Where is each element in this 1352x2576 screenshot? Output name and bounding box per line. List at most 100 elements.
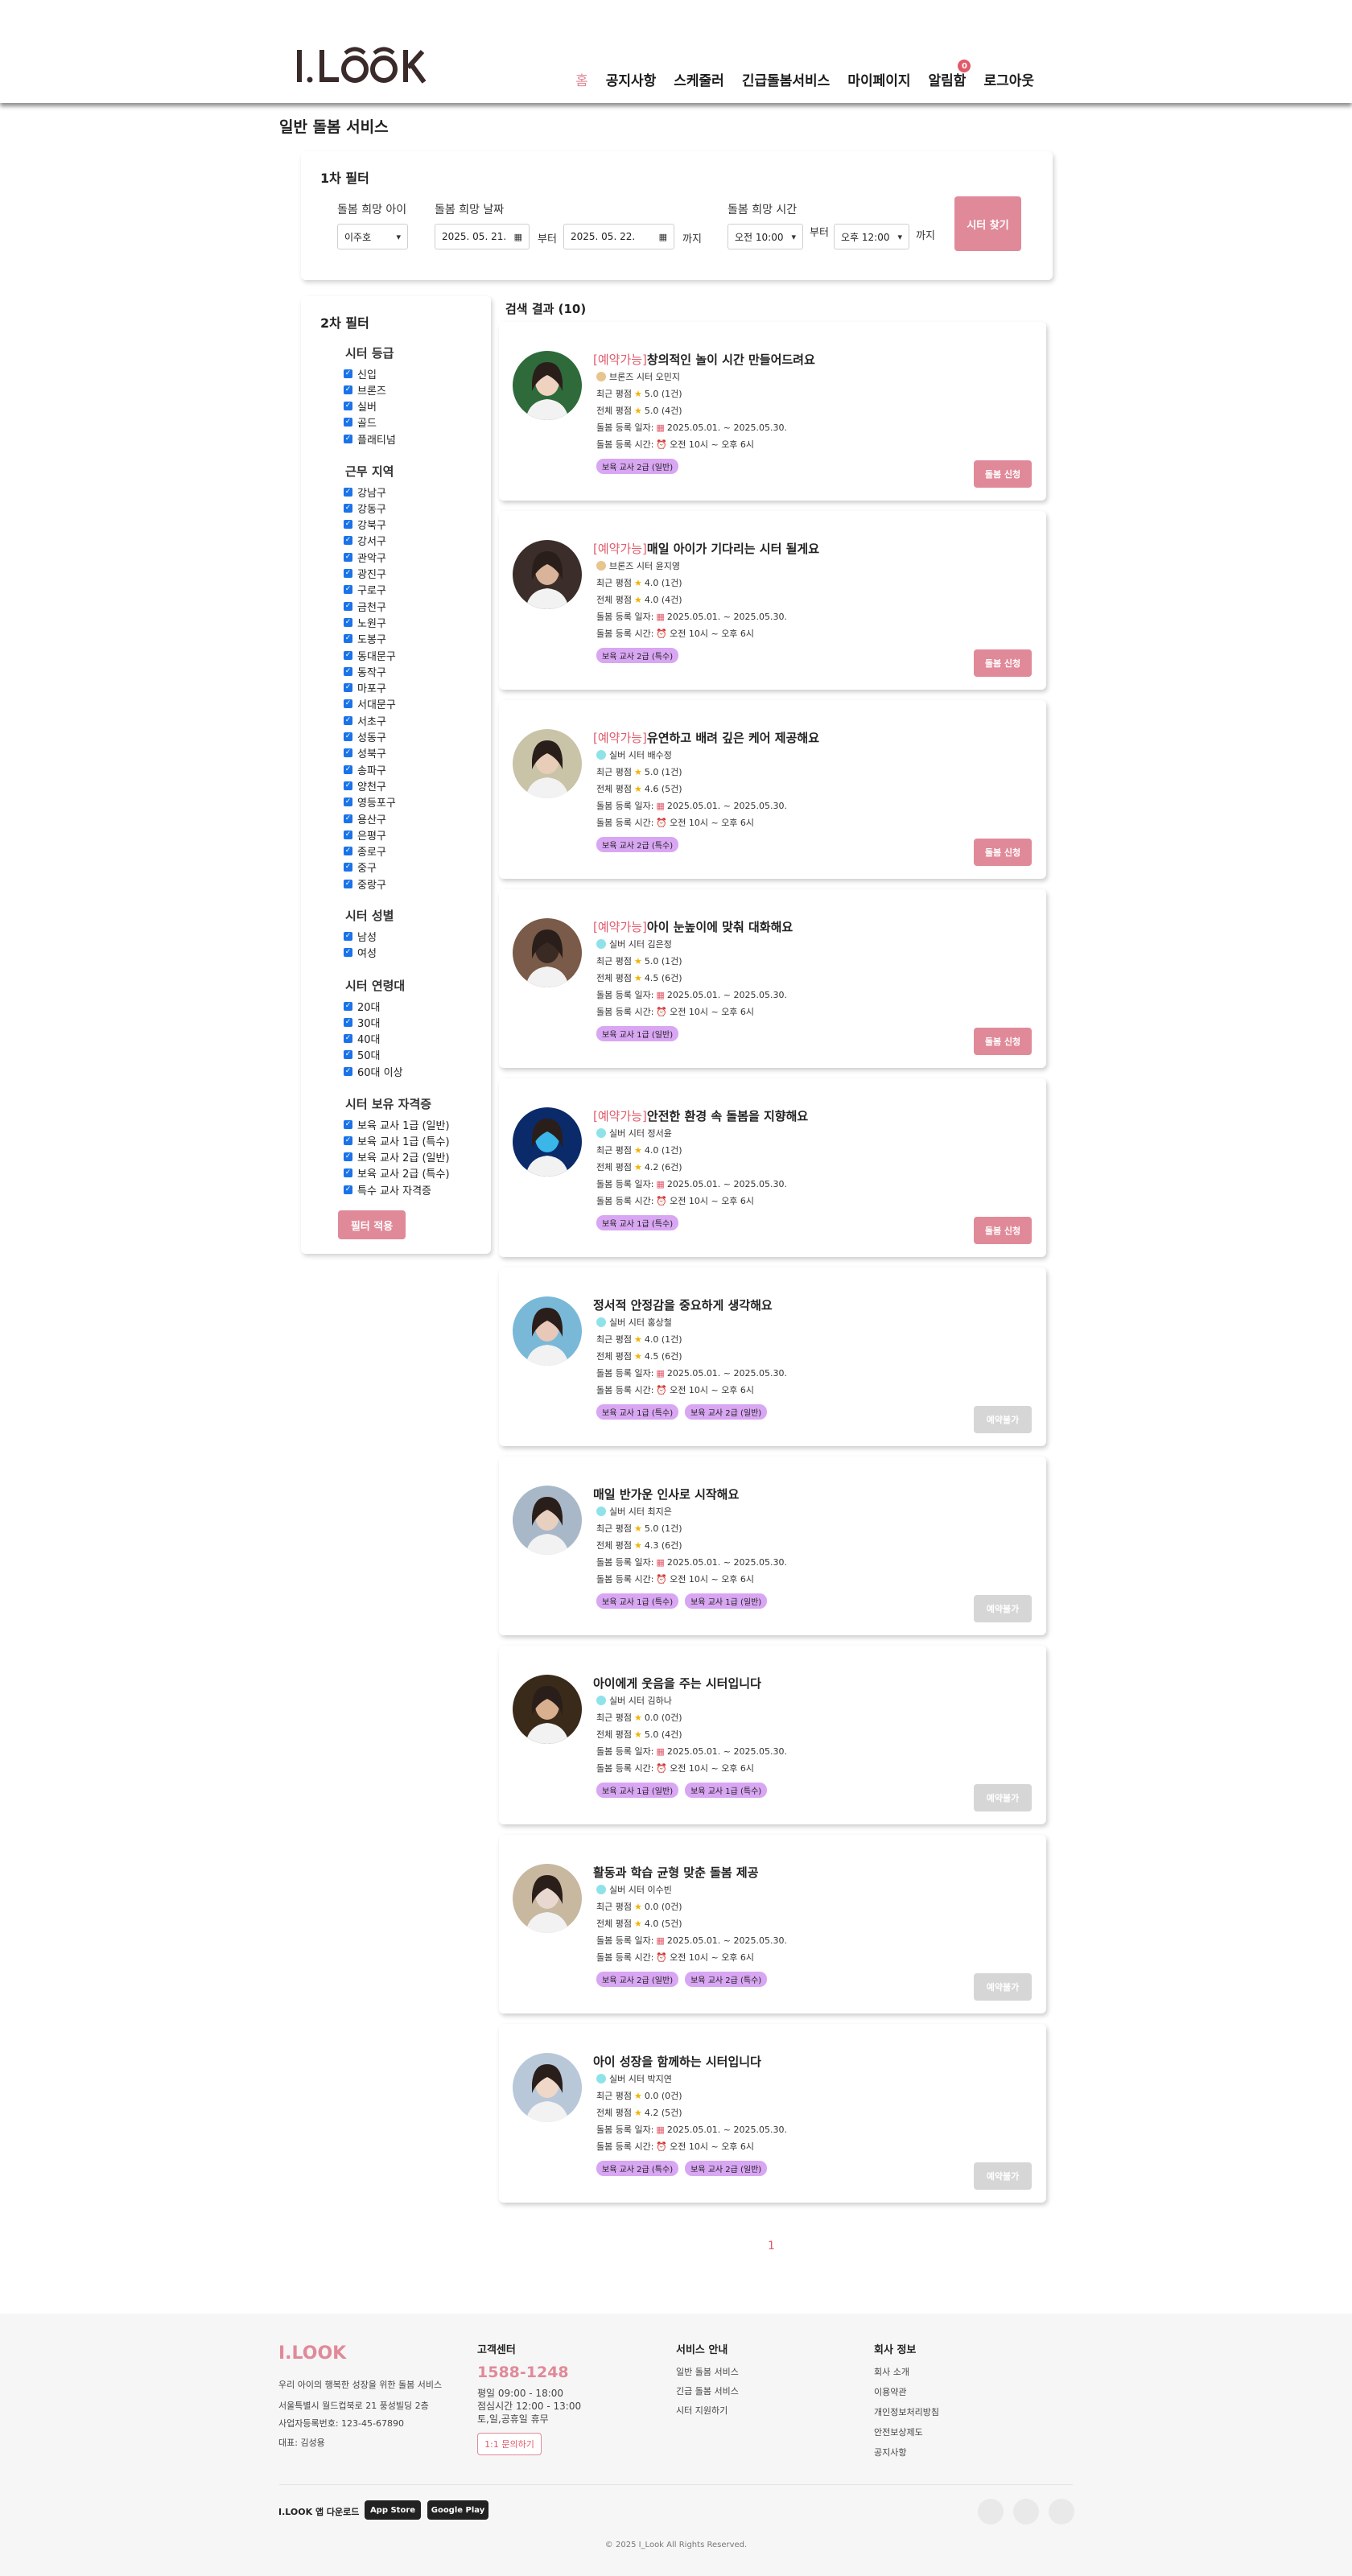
request-care-button[interactable]: 돌봄 신청 [974,839,1032,866]
nav-logout[interactable]: 로그아웃 [983,69,1034,89]
footer-logo[interactable]: I.LOOK [278,2343,346,2364]
checkbox-checked-icon[interactable]: ✓ [344,931,352,941]
filter-checkbox-cert[interactable]: ✓ 보육 교사 1급 (특수) [344,1132,450,1148]
filter-checkbox-grade[interactable]: ✓ 골드 [344,414,377,431]
filter-checkbox-grade[interactable]: ✓ 브론즈 [344,381,386,398]
app-store-button[interactable]: App Store [365,2500,421,2520]
footer-link-about[interactable]: 회사 소개 [874,2365,909,2378]
checkbox-checked-icon[interactable]: ✓ [344,1066,352,1076]
checkbox-checked-icon[interactable]: ✓ [344,617,352,627]
checkbox-checked-icon[interactable]: ✓ [344,879,352,888]
filter-checkbox-region[interactable]: ✓ 금천구 [344,598,386,614]
filter-checkbox-cert[interactable]: ✓ 보육 교사 1급 (일반) [344,1116,450,1132]
filter-checkbox-region[interactable]: ✓ 광진구 [344,566,386,582]
apply-filter-button[interactable]: 필터 적용 [338,1210,406,1239]
checkbox-checked-icon[interactable]: ✓ [344,781,352,790]
time-to-select[interactable]: 오후 12:00 ▾ [834,224,909,249]
nav-scheduler[interactable]: 스케줄러 [674,69,724,89]
sitter-card-title[interactable]: [예약가능]유연하고 배려 깊은 케어 제공해요 [593,729,819,746]
checkbox-checked-icon[interactable]: ✓ [344,385,352,394]
checkbox-checked-icon[interactable]: ✓ [344,434,352,443]
checkbox-checked-icon[interactable]: ✓ [344,847,352,856]
social-icon[interactable] [1013,2499,1039,2524]
social-icon[interactable] [1049,2499,1074,2524]
filter-checkbox-region[interactable]: ✓ 강동구 [344,500,386,516]
filter-checkbox-region[interactable]: ✓ 용산구 [344,810,386,826]
footer-link-apply-sitter[interactable]: 시터 지원하기 [676,2404,728,2417]
nav-notice[interactable]: 공지사항 [606,69,657,89]
filter-checkbox-cert[interactable]: ✓ 보육 교사 2급 (특수) [344,1165,450,1181]
checkbox-checked-icon[interactable]: ✓ [344,1168,352,1178]
unavailable-button[interactable]: 예약불가 [974,2162,1032,2190]
checkbox-checked-icon[interactable]: ✓ [344,634,352,644]
footer-link-notice[interactable]: 공지사항 [874,2446,906,2459]
request-care-button[interactable]: 돌봄 신청 [974,1028,1032,1055]
checkbox-checked-icon[interactable]: ✓ [344,1001,352,1011]
nav-emergency-care[interactable]: 긴급돌봄서비스 [742,69,830,89]
filter-checkbox-grade[interactable]: ✓ 플래티넘 [344,431,396,447]
filter-checkbox-region[interactable]: ✓ 구로구 [344,582,386,598]
checkbox-checked-icon[interactable]: ✓ [344,369,352,378]
unavailable-button[interactable]: 예약불가 [974,1784,1032,1811]
checkbox-checked-icon[interactable]: ✓ [344,863,352,872]
google-play-button[interactable]: Google Play [427,2500,488,2520]
nav-mypage[interactable]: 마이페이지 [847,69,910,89]
pagination-page-1[interactable]: 1 [768,2240,775,2252]
nav-notifications[interactable]: 알림함 0 [929,60,971,89]
checkbox-checked-icon[interactable]: ✓ [344,402,352,411]
checkbox-checked-icon[interactable]: ✓ [344,814,352,823]
filter-checkbox-region[interactable]: ✓ 도봉구 [344,631,386,647]
filter-checkbox-region[interactable]: ✓ 중구 [344,859,377,876]
inquiry-button[interactable]: 1:1 문의하기 [477,2433,542,2455]
sitter-card-title[interactable]: 아이 성장을 함께하는 시터입니다 [593,2053,761,2070]
checkbox-checked-icon[interactable]: ✓ [344,666,352,676]
checkbox-checked-icon[interactable]: ✓ [344,798,352,807]
checkbox-checked-icon[interactable]: ✓ [344,1034,352,1044]
checkbox-checked-icon[interactable]: ✓ [344,569,352,578]
checkbox-checked-icon[interactable]: ✓ [344,947,352,957]
find-sitter-button[interactable]: 시터 찾기 [954,196,1021,251]
sitter-card-title[interactable]: [예약가능]아이 눈높이에 맞춰 대화해요 [593,918,793,935]
checkbox-checked-icon[interactable]: ✓ [344,765,352,774]
filter-checkbox-region[interactable]: ✓ 서초구 [344,712,386,728]
date-from-input[interactable]: 2025. 05. 21. ▦ [435,224,530,249]
filter-checkbox-region[interactable]: ✓ 성북구 [344,745,386,761]
filter-checkbox-age[interactable]: ✓ 60대 이상 [344,1063,403,1079]
nav-home[interactable]: 홈 [575,69,588,89]
checkbox-checked-icon[interactable]: ✓ [344,683,352,693]
filter-checkbox-gender[interactable]: ✓ 여성 [344,944,377,960]
filter-checkbox-cert[interactable]: ✓ 특수 교사 자격증 [344,1181,431,1197]
filter-checkbox-region[interactable]: ✓ 관악구 [344,549,386,565]
sitter-card-title[interactable]: 활동과 학습 균형 맞춘 돌봄 제공 [593,1864,759,1881]
unavailable-button[interactable]: 예약불가 [974,1406,1032,1433]
checkbox-checked-icon[interactable]: ✓ [344,487,352,497]
checkbox-checked-icon[interactable]: ✓ [344,1185,352,1194]
filter-checkbox-region[interactable]: ✓ 강북구 [344,517,386,533]
request-care-button[interactable]: 돌봄 신청 [974,649,1032,677]
filter-checkbox-region[interactable]: ✓ 마포구 [344,680,386,696]
footer-link-terms[interactable]: 이용약관 [874,2385,906,2398]
sitter-card-title[interactable]: 아이에게 웃음을 주는 시터입니다 [593,1675,761,1692]
filter-checkbox-age[interactable]: ✓ 20대 [344,998,381,1014]
child-select[interactable]: 이주호 ▾ [337,224,408,249]
filter-checkbox-region[interactable]: ✓ 강남구 [344,484,386,500]
filter-checkbox-region[interactable]: ✓ 노원구 [344,614,386,630]
filter-checkbox-grade[interactable]: ✓ 신입 [344,365,377,381]
checkbox-checked-icon[interactable]: ✓ [344,650,352,660]
checkbox-checked-icon[interactable]: ✓ [344,715,352,725]
checkbox-checked-icon[interactable]: ✓ [344,585,352,595]
request-care-button[interactable]: 돌봄 신청 [974,1217,1032,1244]
filter-checkbox-region[interactable]: ✓ 양천구 [344,777,386,793]
checkbox-checked-icon[interactable]: ✓ [344,1136,352,1145]
sitter-card-title[interactable]: [예약가능]안전한 환경 속 돌봄을 지향해요 [593,1107,808,1124]
checkbox-checked-icon[interactable]: ✓ [344,830,352,839]
checkbox-checked-icon[interactable]: ✓ [344,1050,352,1060]
filter-checkbox-cert[interactable]: ✓ 보육 교사 2급 (일반) [344,1149,450,1165]
checkbox-checked-icon[interactable]: ✓ [344,1119,352,1129]
filter-checkbox-region[interactable]: ✓ 강서구 [344,533,386,549]
unavailable-button[interactable]: 예약불가 [974,1973,1032,2001]
filter-checkbox-grade[interactable]: ✓ 실버 [344,398,377,414]
checkbox-checked-icon[interactable]: ✓ [344,520,352,530]
filter-checkbox-region[interactable]: ✓ 동작구 [344,663,386,679]
checkbox-checked-icon[interactable]: ✓ [344,748,352,758]
